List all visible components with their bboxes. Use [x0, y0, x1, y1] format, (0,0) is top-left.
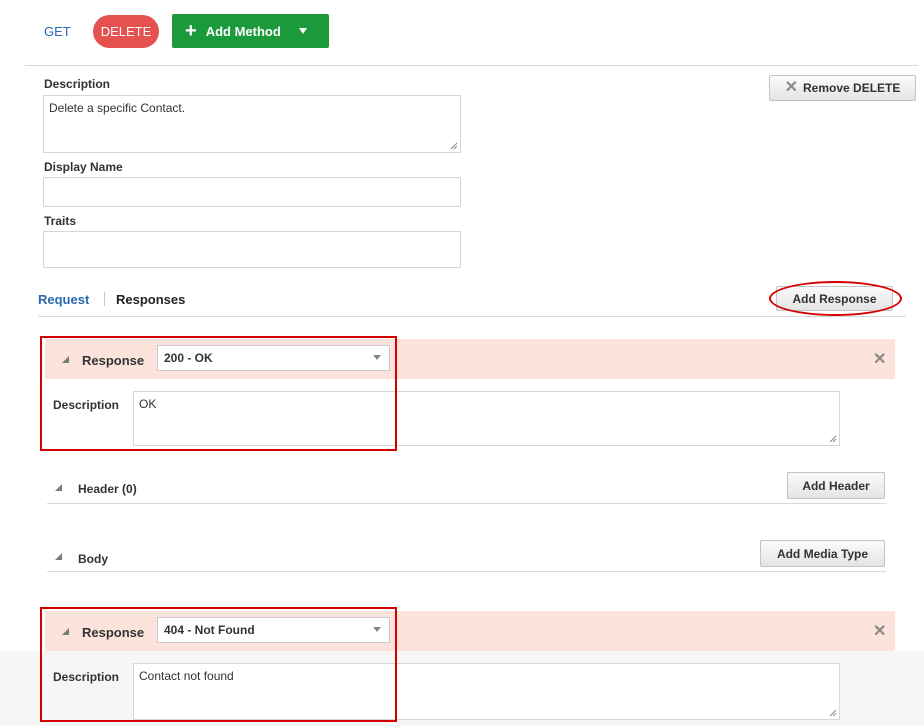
delete-response-icon[interactable]: ✕ [873, 621, 886, 641]
header-section-label: Header (0) [78, 482, 137, 496]
collapse-triangle-icon[interactable] [55, 484, 62, 491]
resize-handle-icon[interactable] [829, 709, 837, 717]
method-tab-delete[interactable]: DELETE [93, 15, 159, 48]
traits-value [44, 232, 460, 242]
plus-icon: + [185, 20, 197, 42]
method-description-value: Delete a specific Contact. [49, 101, 186, 115]
close-x-icon: ✕ [784, 79, 799, 96]
add-header-label: Add Header [802, 478, 870, 493]
traits-field[interactable] [43, 231, 461, 268]
remove-delete-label: Remove DELETE [803, 81, 901, 95]
add-method-label: Add Method [205, 23, 281, 39]
delete-response-icon[interactable]: ✕ [873, 349, 886, 369]
resize-handle-icon[interactable] [450, 142, 458, 150]
description-label: Description [44, 77, 111, 91]
add-media-type-button[interactable]: Add Media Type [760, 540, 885, 567]
body-section-label: Body [78, 552, 108, 566]
add-method-button[interactable]: + Add Method [172, 14, 329, 48]
header-divider [47, 503, 886, 504]
add-header-button[interactable]: Add Header [787, 472, 885, 499]
add-media-type-label: Add Media Type [776, 546, 869, 561]
traits-label: Traits [44, 214, 77, 228]
tab-separator [104, 292, 105, 306]
method-tab-get[interactable]: GET [44, 24, 71, 39]
dropdown-arrow-icon [298, 28, 307, 34]
method-description-field[interactable]: Delete a specific Contact. [43, 95, 461, 153]
body-divider [47, 571, 886, 572]
display-name-label: Display Name [44, 160, 123, 174]
collapse-triangle-icon[interactable] [55, 553, 62, 560]
response-highlight-box [40, 336, 397, 451]
tabs-divider [38, 316, 906, 317]
display-name-value [44, 178, 460, 188]
display-name-field[interactable] [43, 177, 461, 207]
tab-request[interactable]: Request [38, 292, 89, 307]
response-highlight-box [40, 607, 397, 722]
top-divider [25, 65, 918, 66]
resize-handle-icon[interactable] [829, 435, 837, 443]
add-response-highlight [769, 281, 902, 316]
method-tab-delete-label: DELETE [100, 24, 152, 39]
remove-delete-button[interactable]: ✕ Remove DELETE [769, 75, 916, 101]
tab-responses[interactable]: Responses [116, 292, 185, 307]
